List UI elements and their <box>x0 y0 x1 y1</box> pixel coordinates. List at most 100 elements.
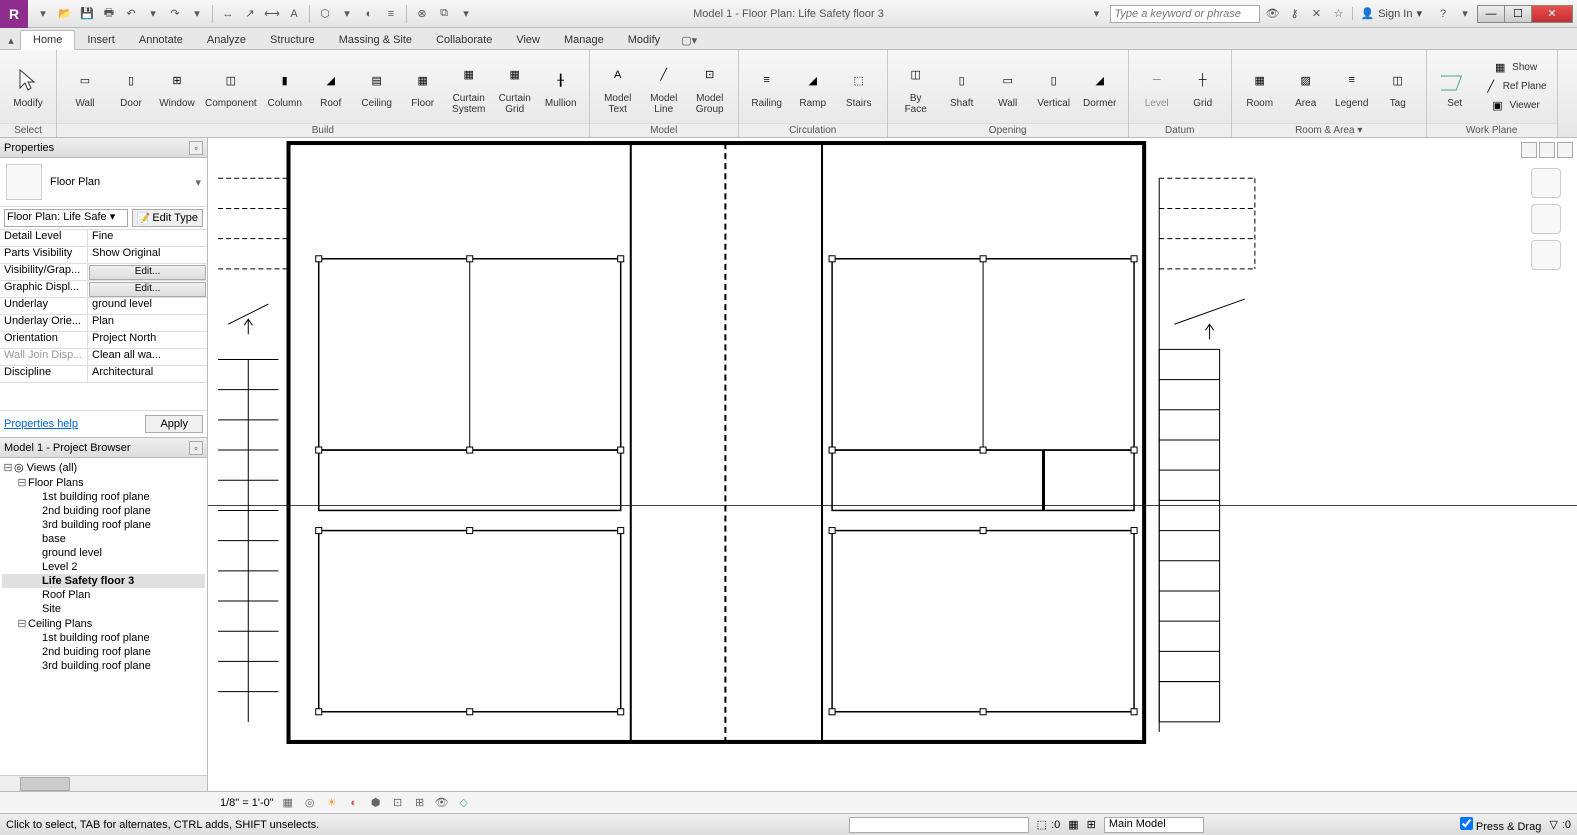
crop-icon[interactable]: ⊡ <box>390 795 406 811</box>
signin-button[interactable]: 👤 Sign In ▾ <box>1352 7 1430 20</box>
window-button[interactable]: ⊞Window <box>155 62 199 111</box>
print-icon[interactable]: 🖶 <box>100 5 118 23</box>
wall-button[interactable]: ▭Wall <box>63 62 107 111</box>
tree-item[interactable]: Roof Plan <box>2 588 205 602</box>
view-close-icon[interactable] <box>1557 142 1573 158</box>
tag-button[interactable]: ◫Tag <box>1376 62 1420 111</box>
model-text-button[interactable]: AModelText <box>596 57 640 117</box>
close-button[interactable]: ✕ <box>1531 5 1573 23</box>
nav-home-icon[interactable] <box>1531 168 1561 198</box>
close-views-icon[interactable]: ⊗ <box>413 5 431 23</box>
room-button[interactable]: ▦Room <box>1238 62 1282 111</box>
modify-button[interactable]: Modify <box>6 62 50 111</box>
tab-modify[interactable]: Modify <box>616 31 672 49</box>
dimension-icon[interactable]: ⟷ <box>263 5 281 23</box>
stairs-button[interactable]: ⬚Stairs <box>837 62 881 111</box>
favorite-icon[interactable]: ☆ <box>1330 5 1348 23</box>
measure-icon[interactable]: ↔ <box>219 5 237 23</box>
tab-massing-site[interactable]: Massing & Site <box>327 31 424 49</box>
view-scale[interactable]: 1/8" = 1'-0" <box>220 797 274 809</box>
press-drag-checkbox[interactable]: Press & Drag <box>1460 817 1541 833</box>
tree-item[interactable]: Life Safety floor 3 <box>2 574 205 588</box>
tree-item[interactable]: ground level <box>2 546 205 560</box>
mullion-button[interactable]: ╂Mullion <box>539 62 583 111</box>
switch-windows-icon[interactable]: ⧉ <box>435 5 453 23</box>
tab-analyze[interactable]: Analyze <box>195 31 258 49</box>
redo-icon[interactable]: ↷ <box>166 5 184 23</box>
properties-header[interactable]: Properties ▫ <box>0 138 207 158</box>
design-option-selector[interactable]: Main Model <box>1104 817 1204 833</box>
view-restore-icon[interactable] <box>1539 142 1555 158</box>
browser-header[interactable]: Model 1 - Project Browser ▫ <box>0 438 207 458</box>
shaft-button[interactable]: ▯Shaft <box>940 62 984 111</box>
tree-item[interactable]: 2nd buiding roof plane <box>2 504 205 518</box>
tree-item[interactable]: 2nd buiding roof plane <box>2 645 205 659</box>
curtain-grid-button[interactable]: ▦CurtainGrid <box>493 57 537 117</box>
properties-help-link[interactable]: Properties help <box>4 418 78 430</box>
tree-item[interactable]: 1st building roof plane <box>2 490 205 504</box>
set-button[interactable]: Set <box>1433 62 1477 111</box>
nav-pan-icon[interactable] <box>1531 240 1561 270</box>
view3d-icon[interactable]: ⬡ <box>316 5 334 23</box>
dropdown-icon[interactable]: ▾ <box>195 176 201 189</box>
tree-item[interactable]: Site <box>2 602 205 616</box>
model-group-button[interactable]: ⊡ModelGroup <box>688 57 732 117</box>
maximize-button[interactable]: ☐ <box>1504 5 1532 23</box>
project-tree[interactable]: ⊟◎ Views (all)⊟Floor Plans 1st building … <box>0 458 207 775</box>
railing-button[interactable]: ≡Railing <box>745 62 789 111</box>
ramp-button[interactable]: ◢Ramp <box>791 62 835 111</box>
open-icon[interactable]: 📂 <box>56 5 74 23</box>
ceiling-button[interactable]: ▤Ceiling <box>355 62 399 111</box>
view-selector[interactable]: Floor Plan: Life Safe ▾ <box>4 209 128 227</box>
vertical-button[interactable]: ▯Vertical <box>1032 62 1076 111</box>
tab-manage[interactable]: Manage <box>552 31 616 49</box>
tab-structure[interactable]: Structure <box>258 31 327 49</box>
horizontal-scrollbar[interactable] <box>0 775 207 791</box>
search-input[interactable] <box>1110 5 1260 23</box>
tree-item[interactable]: 1st building roof plane <box>2 631 205 645</box>
tree-item[interactable]: ⊟Ceiling Plans <box>2 616 205 631</box>
close-icon[interactable]: ▫ <box>189 141 203 155</box>
tab-insert[interactable]: Insert <box>75 31 127 49</box>
hide-icon[interactable]: 👁 <box>434 795 450 811</box>
close-icon[interactable]: ▫ <box>189 441 203 455</box>
tree-item[interactable]: ⊟◎ Views (all) <box>2 460 205 475</box>
editable-icon[interactable]: ▦ <box>1068 818 1078 831</box>
section-icon[interactable]: ◐ <box>360 5 378 23</box>
roof-button[interactable]: ◢Roof <box>309 62 353 111</box>
ref-plane-button[interactable]: ╱Ref Plane <box>1479 78 1551 96</box>
exchange-icon[interactable]: ✕ <box>1308 5 1326 23</box>
grid-button[interactable]: ┼Grid <box>1181 62 1225 111</box>
model-line-button[interactable]: ╱ModelLine <box>642 57 686 117</box>
filter-icon[interactable]: ▽ <box>1549 818 1557 831</box>
component-button[interactable]: ◫Component <box>201 62 261 111</box>
nav-wheel-icon[interactable] <box>1531 204 1561 234</box>
align-icon[interactable]: ↗ <box>241 5 259 23</box>
rendering-icon[interactable]: ⬢ <box>368 795 384 811</box>
tree-item[interactable]: ⊟Floor Plans <box>2 475 205 490</box>
area-button[interactable]: ▨Area <box>1284 62 1328 111</box>
view-minimize-icon[interactable] <box>1521 142 1537 158</box>
show-button[interactable]: ▦Show <box>1479 59 1551 77</box>
drawing-canvas[interactable] <box>208 138 1577 791</box>
by-face-button[interactable]: ◫ByFace <box>894 57 938 117</box>
tab-collaborate[interactable]: Collaborate <box>424 31 504 49</box>
floor-button[interactable]: ▦Floor <box>401 62 445 111</box>
detail-level-icon[interactable]: ▦ <box>280 795 296 811</box>
design-options-icon[interactable]: ⊞ <box>1087 818 1096 831</box>
workset-selector[interactable] <box>849 817 1029 833</box>
sun-path-icon[interactable]: ☀ <box>324 795 340 811</box>
properties-grid[interactable]: Detail LevelFineParts VisibilityShow Ori… <box>0 230 207 410</box>
door-button[interactable]: ▯Door <box>109 62 153 111</box>
crop-region-icon[interactable]: ⊞ <box>412 795 428 811</box>
wall-button[interactable]: ▭Wall <box>986 62 1030 111</box>
tree-item[interactable]: 3rd building roof plane <box>2 518 205 532</box>
shadows-icon[interactable]: ◐ <box>346 795 362 811</box>
viewer-button[interactable]: ▣Viewer <box>1479 97 1551 115</box>
key-icon[interactable]: ⚷ <box>1286 5 1304 23</box>
text-icon[interactable]: A <box>285 5 303 23</box>
edit-button[interactable]: Edit... <box>89 265 206 280</box>
visual-style-icon[interactable]: ◎ <box>302 795 318 811</box>
search-icon[interactable]: 👁 <box>1264 5 1282 23</box>
thinlines-icon[interactable]: ≡ <box>382 5 400 23</box>
